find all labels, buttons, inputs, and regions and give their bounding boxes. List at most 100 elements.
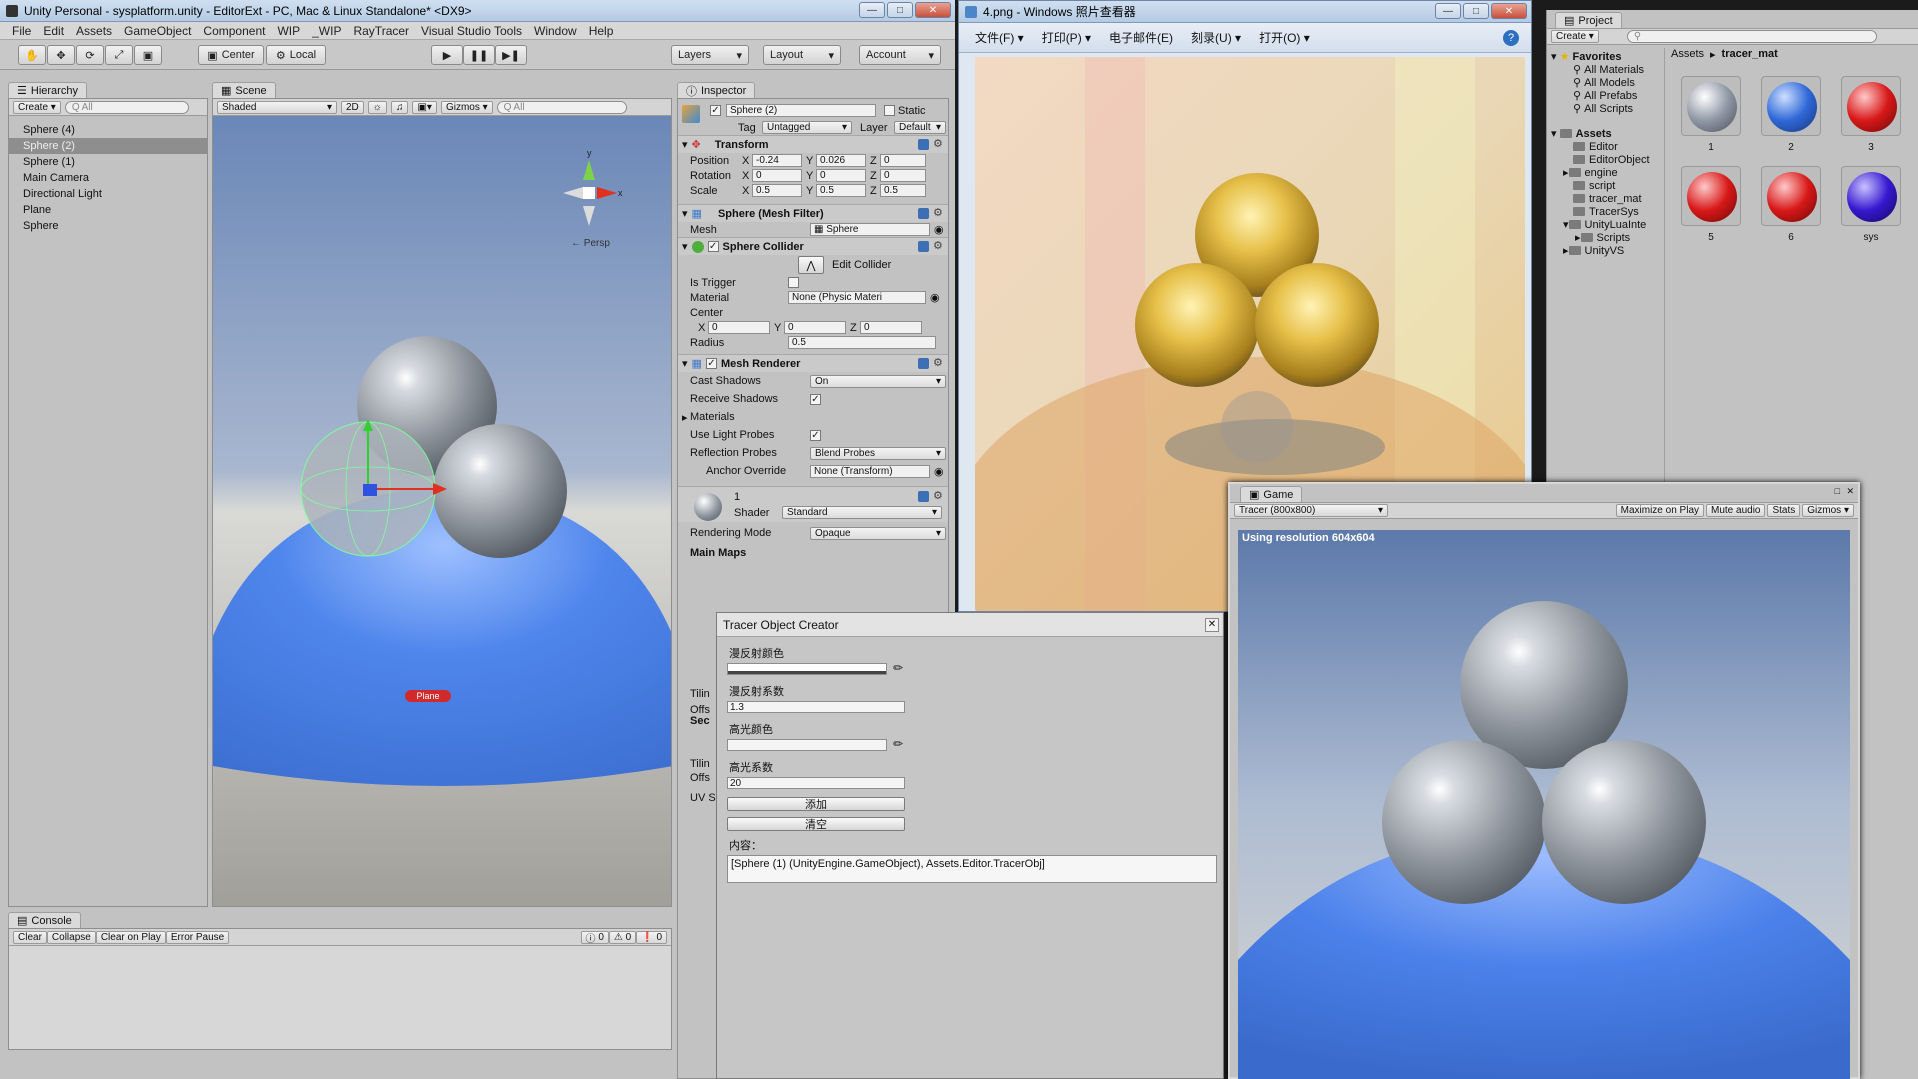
- reflection-probes-dropdown[interactable]: Blend Probes ▾: [810, 446, 946, 460]
- material-asset[interactable]: [1681, 76, 1741, 136]
- menu-print[interactable]: 打印(P) ▾: [1042, 29, 1091, 46]
- help-book-icon[interactable]: [918, 358, 929, 369]
- position-y-field[interactable]: 0.026: [816, 154, 866, 167]
- folder-item-selected[interactable]: tracer_mat: [1551, 192, 1664, 205]
- folder-item[interactable]: ▾ UnityLuaInte: [1551, 218, 1664, 232]
- close-button[interactable]: ✕: [1491, 3, 1527, 19]
- scale-z-field[interactable]: 0.5: [880, 184, 926, 197]
- material-asset[interactable]: [1761, 166, 1821, 226]
- tab-game[interactable]: ▣ Game: [1240, 486, 1303, 502]
- console-clear-on-play-button[interactable]: Clear on Play: [95, 930, 166, 944]
- mode-2d-toggle[interactable]: 2D: [341, 100, 364, 114]
- folder-item[interactable]: EditorObject: [1551, 153, 1664, 166]
- warning-filter-toggle[interactable]: ⚠ 0: [608, 930, 637, 944]
- is-trigger-checkbox[interactable]: [788, 277, 799, 288]
- folder-item[interactable]: TracerSys: [1551, 205, 1664, 218]
- radius-field[interactable]: 0.5: [788, 336, 936, 349]
- scale-tool-button[interactable]: ⤢: [105, 45, 133, 65]
- hierarchy-item-selected[interactable]: Sphere (2): [9, 138, 207, 154]
- gear-icon[interactable]: ⚙: [933, 139, 944, 150]
- tab-scene[interactable]: ▦ Scene: [212, 82, 276, 98]
- project-create-dropdown[interactable]: Create ▾: [1551, 30, 1599, 43]
- specular-color-field[interactable]: [727, 739, 887, 751]
- object-picker-icon[interactable]: ◉: [934, 223, 944, 236]
- anchor-override-field[interactable]: None (Transform): [810, 464, 930, 478]
- hierarchy-item[interactable]: Plane: [9, 202, 207, 218]
- rect-tool-button[interactable]: ▣: [134, 45, 162, 65]
- minimize-button[interactable]: —: [859, 2, 885, 18]
- material-asset[interactable]: [1761, 76, 1821, 136]
- rendering-mode-dropdown[interactable]: Opaque ▾: [810, 526, 946, 540]
- edit-collider-button[interactable]: ⋀: [798, 256, 824, 274]
- mesh-filter-header[interactable]: ▾ ▦ Sphere (Mesh Filter) ⚙: [678, 204, 948, 222]
- scene-search-input[interactable]: Q All: [496, 100, 627, 114]
- help-book-icon[interactable]: [918, 208, 929, 219]
- renderer-enabled-checkbox[interactable]: ✓: [705, 358, 717, 369]
- tab-project[interactable]: ▤ Project: [1555, 12, 1622, 28]
- rotation-y-field[interactable]: 0: [816, 169, 866, 182]
- effects-dropdown-icon[interactable]: ▣▾: [412, 100, 437, 114]
- receive-shadows-checkbox[interactable]: ✓: [810, 393, 821, 405]
- tab-inspector[interactable]: ⓘ Inspector: [677, 82, 756, 98]
- clear-button[interactable]: 清空: [727, 817, 905, 831]
- center-z-field[interactable]: 0: [860, 321, 922, 334]
- rotate-tool-button[interactable]: ⟳: [76, 45, 104, 65]
- log-filter-toggle[interactable]: ⓘ 0: [580, 930, 609, 945]
- gear-icon[interactable]: ⚙: [933, 208, 944, 219]
- menu-gameobject[interactable]: GameObject: [118, 24, 197, 38]
- error-filter-toggle[interactable]: ❗ 0: [636, 930, 667, 944]
- diffuse-color-field[interactable]: [727, 663, 887, 675]
- transform-header[interactable]: ▾ ✥ Transform ⚙: [678, 135, 948, 153]
- pivot-center-button[interactable]: ▣ Center: [198, 45, 264, 65]
- mute-audio-toggle[interactable]: Mute audio: [1706, 504, 1766, 517]
- menu-raytracer[interactable]: RayTracer: [347, 24, 415, 38]
- folder-item[interactable]: ▸ Scripts: [1551, 231, 1664, 245]
- pivot-local-button[interactable]: ⚙ Local: [266, 45, 326, 65]
- z-handle[interactable]: [363, 484, 377, 496]
- close-icon[interactable]: ✕: [1205, 618, 1219, 632]
- minimize-button[interactable]: —: [1435, 3, 1461, 19]
- console-collapse-button[interactable]: Collapse: [46, 930, 96, 944]
- menu-visual-studio-tools[interactable]: Visual Studio Tools: [415, 24, 528, 38]
- tab-hierarchy[interactable]: ☰ Hierarchy: [8, 82, 87, 98]
- object-picker-icon[interactable]: ◉: [930, 291, 940, 304]
- help-book-icon[interactable]: [918, 139, 929, 150]
- move-tool-button[interactable]: ✥: [47, 45, 75, 65]
- hierarchy-search-input[interactable]: Q All: [64, 100, 189, 114]
- menu-file[interactable]: 文件(F) ▾: [975, 29, 1024, 46]
- menu-_wip[interactable]: _WIP: [306, 24, 347, 38]
- layers-dropdown[interactable]: Layers ▾: [671, 45, 749, 65]
- gear-icon[interactable]: ⚙: [933, 241, 944, 252]
- material-asset[interactable]: [1841, 76, 1901, 136]
- hierarchy-item[interactable]: Directional Light: [9, 186, 207, 202]
- shading-dropdown[interactable]: Shaded ▾: [217, 100, 337, 114]
- hierarchy-item[interactable]: Main Camera: [9, 170, 207, 186]
- menu-component[interactable]: Component: [197, 24, 271, 38]
- stats-toggle[interactable]: Stats: [1767, 504, 1801, 517]
- breadcrumb-root[interactable]: Assets: [1671, 48, 1704, 62]
- console-error-pause-button[interactable]: Error Pause: [165, 930, 230, 944]
- favorite-item[interactable]: ⚲ All Models: [1551, 76, 1664, 90]
- menu-help[interactable]: Help: [583, 24, 620, 38]
- sphere-collider-header[interactable]: ▾ ✓ Sphere Collider ⚙: [678, 237, 948, 255]
- menu-edit[interactable]: Edit: [37, 24, 70, 38]
- menu-window[interactable]: Window: [528, 24, 583, 38]
- material-asset[interactable]: [1681, 166, 1741, 226]
- eyedropper-icon[interactable]: ✏: [893, 661, 903, 675]
- position-z-field[interactable]: 0: [880, 154, 926, 167]
- favorites-header[interactable]: ▾ ★ Favorites: [1551, 50, 1664, 64]
- light-probes-checkbox[interactable]: ✓: [810, 429, 821, 441]
- folder-item[interactable]: ▸ engine: [1551, 166, 1664, 180]
- specular-coef-field[interactable]: 20: [727, 777, 905, 789]
- material-header[interactable]: 1 Shader Standard ▾ ⚙: [678, 486, 948, 522]
- position-x-field[interactable]: -0.24: [752, 154, 802, 167]
- material-asset[interactable]: [1841, 166, 1901, 226]
- object-name-field[interactable]: Sphere (2): [726, 104, 876, 117]
- rotation-z-field[interactable]: 0: [880, 169, 926, 182]
- menu-email[interactable]: 电子邮件(E): [1109, 29, 1173, 46]
- game-viewport[interactable]: Using resolution 604x604: [1238, 530, 1850, 1079]
- scene-viewport[interactable]: y x ← Persp Plane: [213, 116, 672, 906]
- hand-tool-button[interactable]: ✋: [18, 45, 46, 65]
- menu-file[interactable]: File: [6, 24, 37, 38]
- collider-enabled-checkbox[interactable]: ✓: [707, 241, 719, 252]
